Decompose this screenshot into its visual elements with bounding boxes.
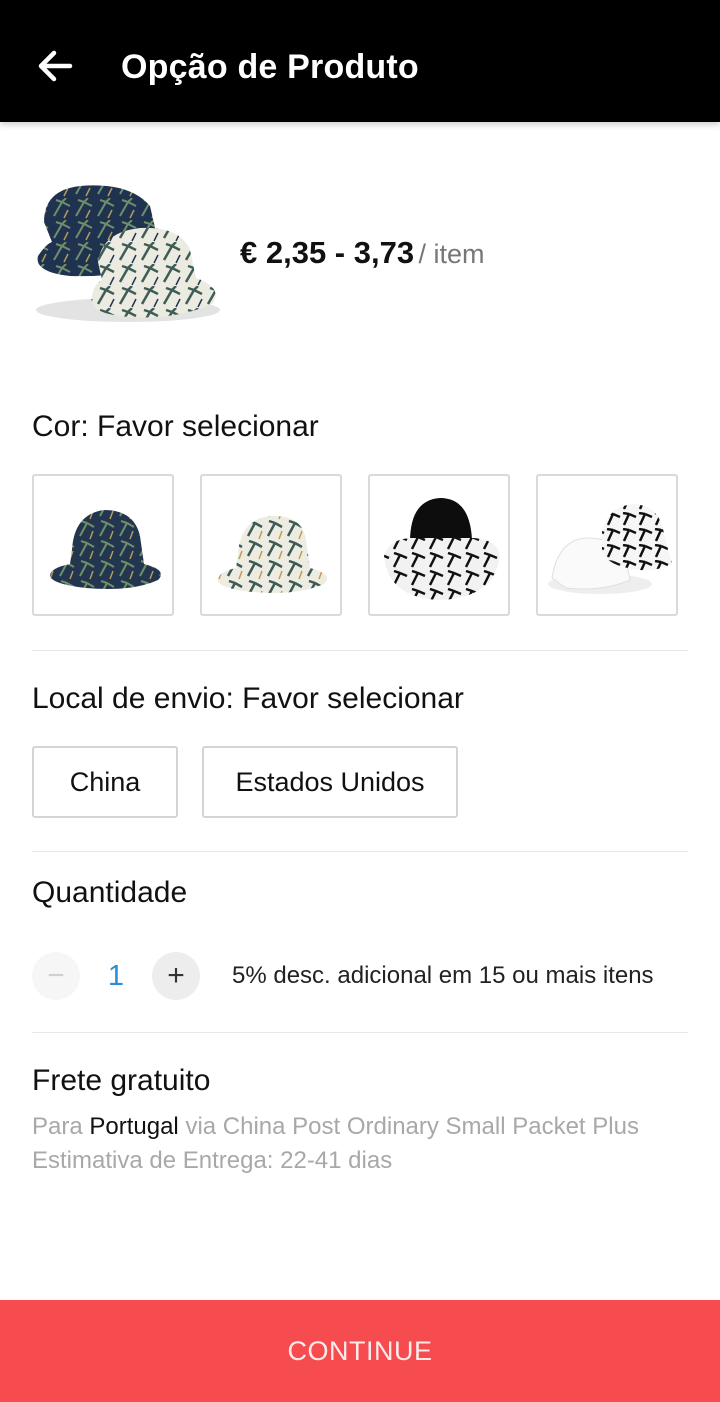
product-image [30,176,222,328]
quantity-decrement-button[interactable]: − [32,952,80,1000]
color-label: Cor: Favor selecionar [32,410,319,443]
arrow-left-icon[interactable] [34,46,78,86]
quantity-increment-button[interactable]: + [152,952,200,1000]
price-range: € 2,35 - 3,73 / item [240,232,485,280]
ship-from-us-button[interactable]: Estados Unidos [202,746,458,818]
delivery-estimate: Estimativa de Entrega: 22-41 dias [32,1147,393,1174]
color-option-navy[interactable] [32,474,174,616]
delivery-to-prefix: Para [32,1113,83,1140]
color-option-white-black[interactable] [536,474,678,616]
quantity-label: Quantidade [32,876,188,909]
delivery-title: Frete gratuito [32,1064,211,1097]
divider [32,650,688,651]
bulk-discount-note: 5% desc. adicional em 15 ou mais itens [232,962,654,989]
shipping-origin-label: Local de envio: Favor selecionar [32,682,464,715]
price-value: € 2,35 - 3,73 [240,235,415,270]
delivery-carrier: via China Post Ordinary Small Packet Plu… [185,1113,639,1140]
divider [32,1032,688,1033]
page-title: Opção de Produto [121,48,419,86]
delivery-country[interactable]: Portugal [89,1113,178,1140]
app-bar: Opção de Produto [0,0,720,122]
delivery-route: Para Portugal via China Post Ordinary Sm… [32,1110,639,1144]
continue-button[interactable]: CONTINUE [0,1300,720,1402]
color-option-black-white[interactable] [368,474,510,616]
quantity-value[interactable]: 1 [96,956,136,996]
divider [32,851,688,852]
color-option-cream[interactable] [200,474,342,616]
ship-from-china-button[interactable]: China [32,746,178,818]
price-unit: / item [418,239,485,269]
